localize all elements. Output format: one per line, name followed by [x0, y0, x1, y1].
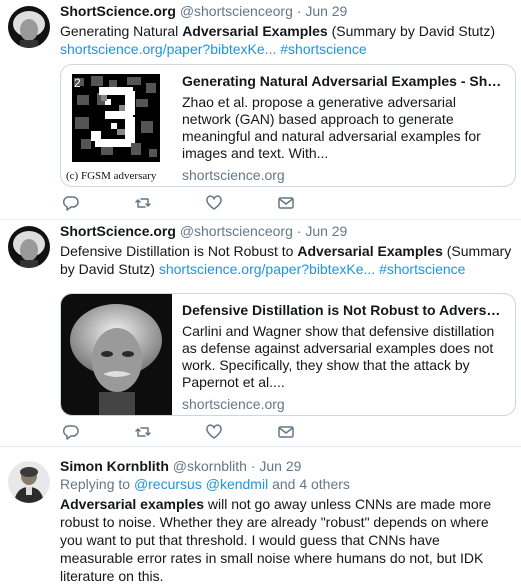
like-icon[interactable] [205, 423, 223, 441]
dm-icon[interactable] [277, 423, 295, 441]
replying-to: Replying to @recursus @kendmil and 4 oth… [60, 476, 350, 492]
author-name[interactable]: ShortScience.org [60, 223, 176, 239]
author-name[interactable]: Simon Kornblith [60, 458, 169, 474]
avatar[interactable] [8, 6, 50, 48]
like-icon[interactable] [205, 194, 223, 212]
retweet-icon[interactable] [134, 423, 152, 441]
tweet-time[interactable]: Jun 29 [305, 3, 347, 19]
card-title[interactable]: Generating Natural Adversarial Examples … [182, 73, 505, 90]
avatar[interactable] [8, 461, 50, 503]
link-card[interactable]: 2 (c) FGSM adversary Generating Natural … [60, 64, 516, 187]
tweet[interactable]: ShortScience.org @shortscienceorg · Jun … [0, 220, 521, 447]
tweet-link[interactable]: shortscience.org/paper?bibtexKe... [159, 261, 375, 277]
image-caption: (c) FGSM adversary [66, 170, 157, 182]
tweet[interactable]: ShortScience.org @shortscienceorg · Jun … [0, 0, 521, 220]
author-handle[interactable]: @skornblith [173, 458, 247, 474]
retweet-icon[interactable] [134, 194, 152, 212]
tweet-header: Simon Kornblith @skornblith · Jun 29 [60, 458, 515, 475]
author-name[interactable]: ShortScience.org [60, 3, 176, 19]
card-description: Zhao et al. propose a generative adversa… [182, 94, 481, 161]
avatar[interactable] [8, 226, 50, 268]
hashtag-link[interactable]: #shortscience [280, 41, 366, 57]
tweet-time[interactable]: Jun 29 [305, 223, 347, 239]
card-domain[interactable]: shortscience.org [182, 396, 505, 412]
card-title[interactable]: Defensive Distillation is Not Robust to … [182, 302, 505, 319]
hashtag-link[interactable]: #shortscience [379, 261, 465, 277]
card-domain[interactable]: shortscience.org [182, 167, 505, 183]
reply-user-link[interactable]: @recursus [134, 476, 202, 492]
tweet-header: ShortScience.org @shortscienceorg · Jun … [60, 223, 515, 240]
card-image [61, 294, 172, 415]
dm-icon[interactable] [277, 194, 295, 212]
card-image: 2 (c) FGSM adversary [61, 65, 172, 186]
tweet-time[interactable]: Jun 29 [259, 458, 301, 474]
reply-icon[interactable] [62, 423, 80, 441]
tweet-text: Generating Natural Adversarial Examples … [60, 23, 495, 57]
reply-icon[interactable] [62, 194, 80, 212]
separator-dot: · [250, 458, 256, 474]
image-digit-label: 2 [74, 76, 81, 90]
tweet[interactable]: Simon Kornblith @skornblith · Jun 29 Rep… [0, 447, 521, 584]
tweet-text: Defensive Distillation is Not Robust to … [60, 243, 512, 277]
tweet-header: ShortScience.org @shortscienceorg · Jun … [60, 3, 515, 20]
reply-user-link[interactable]: @kendmil [206, 476, 268, 492]
link-card[interactable]: Defensive Distillation is Not Robust to … [60, 293, 516, 416]
separator-dot: · [296, 3, 302, 19]
author-handle[interactable]: @shortscienceorg [180, 223, 293, 239]
tweet-link[interactable]: shortscience.org/paper?bibtexKe... [60, 41, 276, 57]
tweet-text: Adversarial examples will not go away un… [60, 496, 492, 584]
author-handle[interactable]: @shortscienceorg [180, 3, 293, 19]
separator-dot: · [296, 223, 302, 239]
card-description: Carlini and Wagner show that defensive d… [182, 323, 495, 390]
